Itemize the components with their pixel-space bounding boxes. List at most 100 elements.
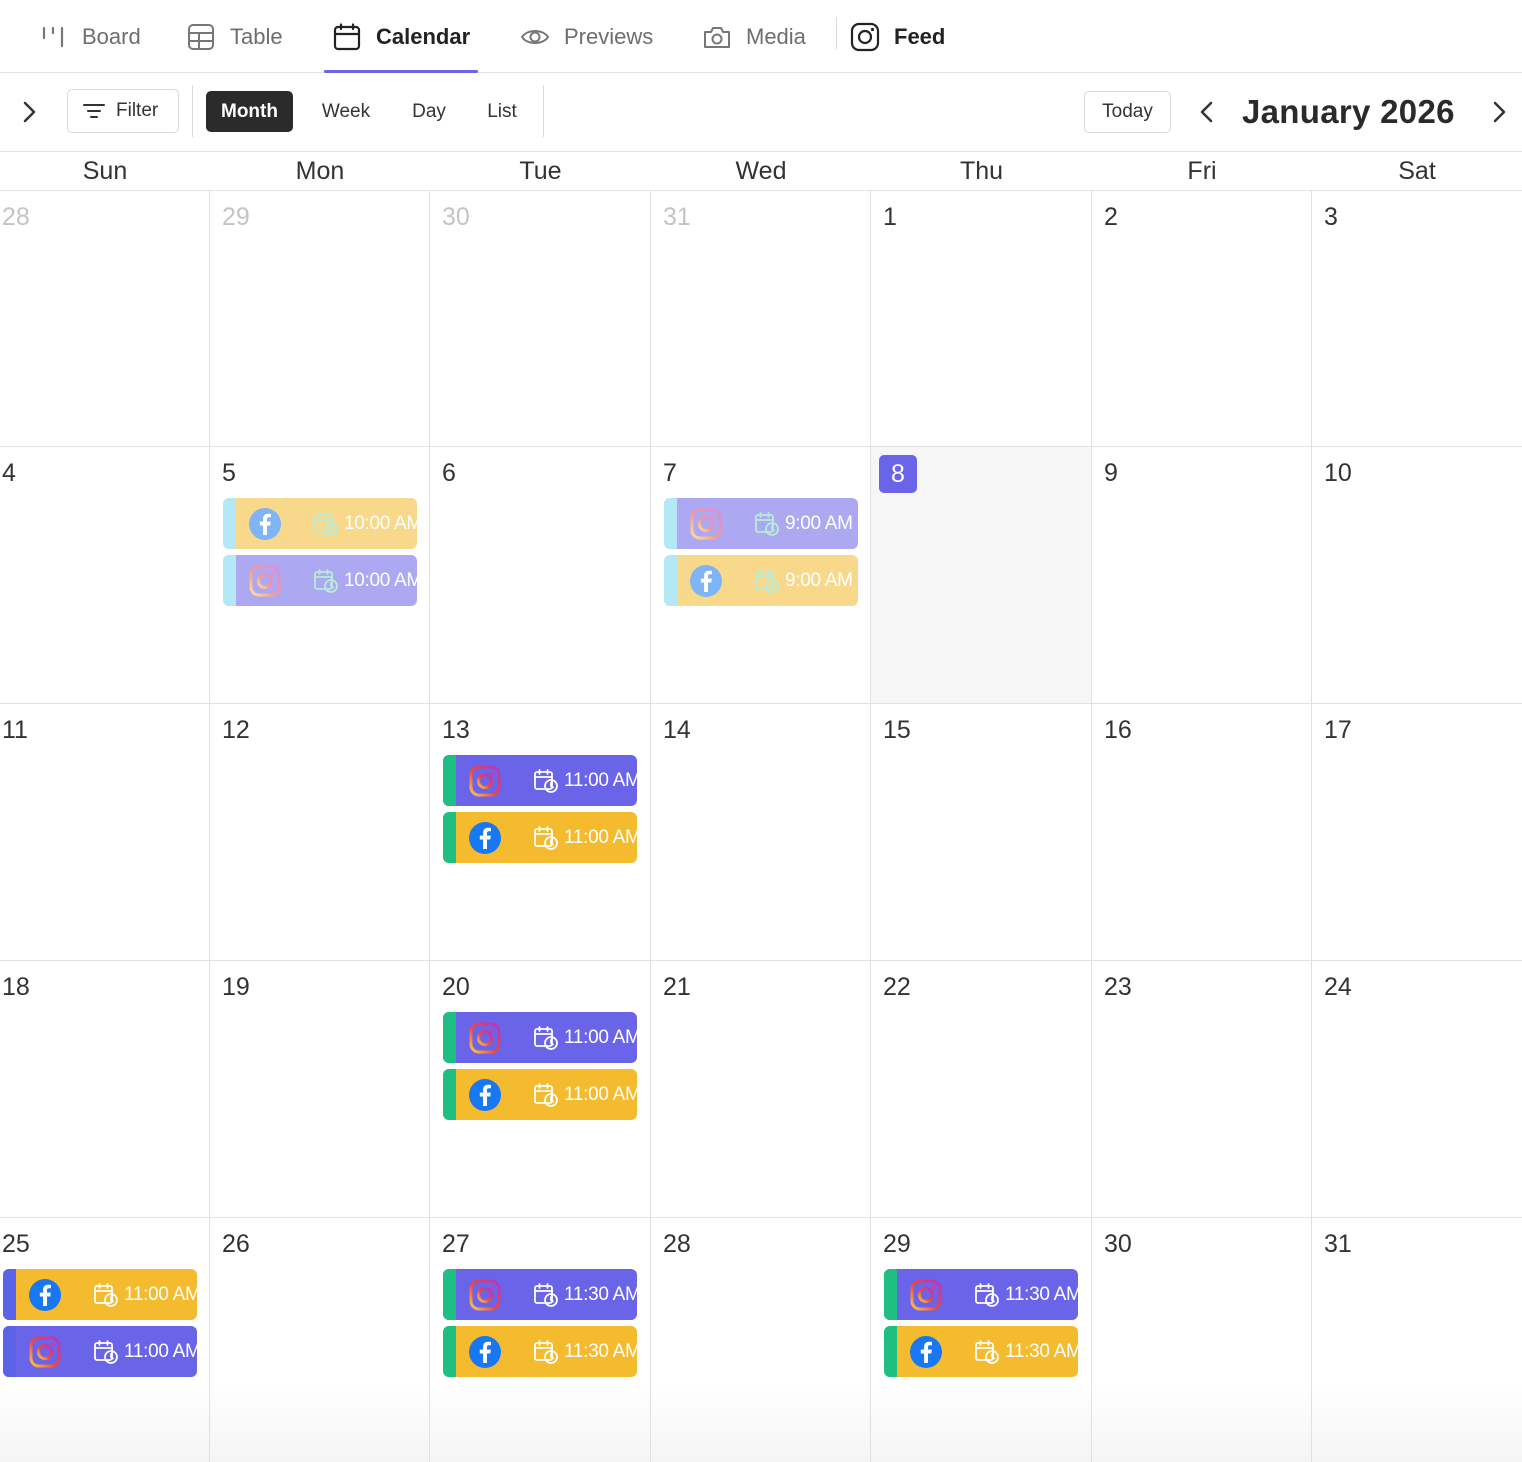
event-time: 11:00 AM xyxy=(124,1283,197,1305)
day-cell[interactable]: 7 9:00 AM 9:00 AM xyxy=(651,447,871,704)
day-cell[interactable]: 4 xyxy=(0,447,210,704)
filter-button[interactable]: Filter xyxy=(67,89,179,133)
day-cell[interactable]: 30 xyxy=(430,191,651,447)
day-cell[interactable]: 8 xyxy=(871,447,1092,704)
facebook-post-event[interactable]: 11:00 AM xyxy=(3,1269,197,1320)
instagram-post-event[interactable]: 11:30 AM xyxy=(884,1269,1078,1320)
chevron-right-icon xyxy=(23,101,36,123)
facebook-post-event[interactable]: 11:30 AM xyxy=(443,1326,637,1377)
event-time: 11:00 AM xyxy=(124,1340,197,1362)
date-number: 24 xyxy=(1324,973,1352,1001)
instagram-post-event[interactable]: 10:00 AM xyxy=(223,555,417,606)
tab-board[interactable]: Board xyxy=(38,0,141,73)
view-mode-list[interactable]: List xyxy=(474,91,530,132)
date-number: 15 xyxy=(883,716,911,744)
date-number: 28 xyxy=(2,203,30,231)
date-number: 17 xyxy=(1324,716,1352,744)
day-cell[interactable]: 28 xyxy=(651,1218,871,1462)
instagram-post-event[interactable]: 11:00 AM xyxy=(443,1012,637,1063)
instagram-icon xyxy=(468,1278,502,1312)
day-cell[interactable]: 18 xyxy=(0,961,210,1218)
day-cell[interactable]: 28 xyxy=(0,191,210,447)
day-cell[interactable]: 25 11:00 AM 11:00 AM xyxy=(0,1218,210,1462)
event-status-bar xyxy=(223,498,236,549)
weekday-label: Thu xyxy=(959,157,1004,185)
toolbar-divider xyxy=(192,85,193,137)
date-number: 16 xyxy=(1104,716,1132,744)
day-cell[interactable]: 22 xyxy=(871,961,1092,1218)
event-status-bar xyxy=(443,812,456,863)
event-status-bar xyxy=(443,1012,456,1063)
day-cell[interactable]: 10 xyxy=(1312,447,1522,704)
facebook-icon xyxy=(28,1278,62,1312)
scheduled-calendar-icon xyxy=(533,1282,559,1308)
tabs-divider xyxy=(836,17,837,49)
day-cell[interactable]: 31 xyxy=(651,191,871,447)
day-cell[interactable]: 5 10:00 AM 10:00 AM xyxy=(210,447,430,704)
day-cell[interactable]: 12 xyxy=(210,704,430,961)
day-cell[interactable]: 31 xyxy=(1312,1218,1522,1462)
instagram-icon xyxy=(850,22,880,52)
view-mode-month[interactable]: Month xyxy=(206,91,293,132)
instagram-icon xyxy=(909,1278,943,1312)
day-cell[interactable]: 13 11:00 AM 11:00 AM xyxy=(430,704,651,961)
day-cell[interactable]: 19 xyxy=(210,961,430,1218)
day-cell[interactable]: 20 11:00 AM 11:00 AM xyxy=(430,961,651,1218)
tab-media[interactable]: Media xyxy=(702,0,806,73)
calendar-icon xyxy=(332,22,362,52)
facebook-post-event[interactable]: 9:00 AM xyxy=(664,555,858,606)
day-cell[interactable]: 3 xyxy=(1312,191,1522,447)
day-cell[interactable]: 26 xyxy=(210,1218,430,1462)
view-mode-day[interactable]: Day xyxy=(398,91,460,132)
day-cell[interactable]: 16 xyxy=(1092,704,1312,961)
today-date-number: 8 xyxy=(879,455,917,493)
event-time: 11:30 AM xyxy=(1005,1283,1078,1305)
tab-previews[interactable]: Previews xyxy=(520,0,653,73)
facebook-post-event[interactable]: 11:00 AM xyxy=(443,812,637,863)
date-number: 26 xyxy=(222,1230,250,1258)
day-cell[interactable]: 29 11:30 AM 11:30 AM xyxy=(871,1218,1092,1462)
date-number: 22 xyxy=(883,973,911,1001)
view-tabs: Board Table Calendar Previews Media Feed xyxy=(0,0,1522,73)
day-cell[interactable]: 23 xyxy=(1092,961,1312,1218)
scheduled-calendar-icon xyxy=(533,825,559,851)
facebook-post-event[interactable]: 10:00 AM xyxy=(223,498,417,549)
date-number: 30 xyxy=(1104,1230,1132,1258)
instagram-icon xyxy=(248,564,282,598)
date-number: 19 xyxy=(222,973,250,1001)
facebook-post-event[interactable]: 11:30 AM xyxy=(884,1326,1078,1377)
day-cell[interactable]: 27 11:30 AM 11:30 AM xyxy=(430,1218,651,1462)
view-mode-week[interactable]: Week xyxy=(306,91,386,132)
facebook-post-event[interactable]: 11:00 AM xyxy=(443,1069,637,1120)
day-cell[interactable]: 2 xyxy=(1092,191,1312,447)
instagram-post-event[interactable]: 11:00 AM xyxy=(3,1326,197,1377)
today-button[interactable]: Today xyxy=(1084,91,1171,133)
day-cell[interactable]: 11 xyxy=(0,704,210,961)
tab-feed[interactable]: Feed xyxy=(850,0,945,73)
expand-sidebar-button[interactable] xyxy=(14,97,44,127)
day-cell[interactable]: 15 xyxy=(871,704,1092,961)
date-number: 25 xyxy=(2,1230,30,1258)
facebook-icon xyxy=(689,564,723,598)
instagram-post-event[interactable]: 11:00 AM xyxy=(443,755,637,806)
instagram-icon xyxy=(468,764,502,798)
date-number: 14 xyxy=(663,716,691,744)
day-cell[interactable]: 29 xyxy=(210,191,430,447)
instagram-post-event[interactable]: 11:30 AM xyxy=(443,1269,637,1320)
day-cell[interactable]: 9 xyxy=(1092,447,1312,704)
tab-board-label: Board xyxy=(82,23,141,49)
day-cell[interactable]: 21 xyxy=(651,961,871,1218)
prev-month-button[interactable] xyxy=(1192,97,1222,127)
day-cell[interactable]: 14 xyxy=(651,704,871,961)
next-month-button[interactable] xyxy=(1484,97,1514,127)
day-cell[interactable]: 30 xyxy=(1092,1218,1312,1462)
day-cell[interactable]: 24 xyxy=(1312,961,1522,1218)
event-time: 9:00 AM xyxy=(785,569,853,591)
instagram-post-event[interactable]: 9:00 AM xyxy=(664,498,858,549)
scheduled-calendar-icon xyxy=(754,568,780,594)
tab-table[interactable]: Table xyxy=(186,0,283,73)
tab-calendar[interactable]: Calendar xyxy=(324,0,479,73)
day-cell[interactable]: 6 xyxy=(430,447,651,704)
day-cell[interactable]: 17 xyxy=(1312,704,1522,961)
day-cell[interactable]: 1 xyxy=(871,191,1092,447)
